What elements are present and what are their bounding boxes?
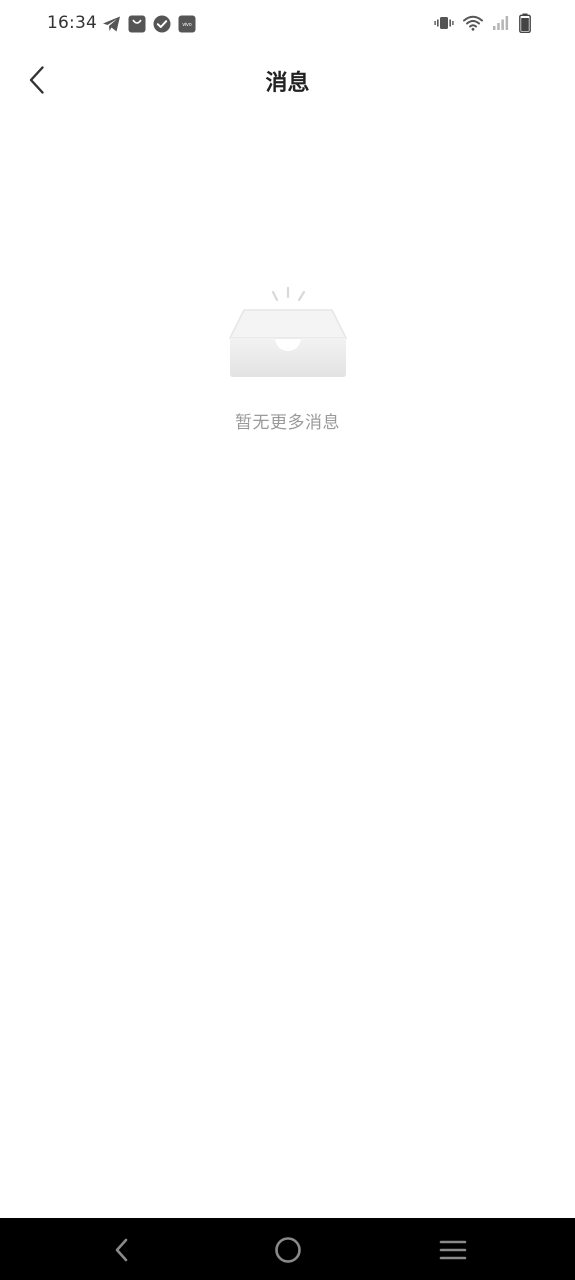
back-triangle-icon xyxy=(115,1238,128,1262)
vibrate-icon xyxy=(434,17,454,29)
status-bar: 16:34 vivo xyxy=(0,0,575,48)
shopping-bag-icon xyxy=(128,15,146,33)
menu-lines-icon xyxy=(439,1240,467,1260)
header: 消息 xyxy=(0,48,575,112)
vivo-icon-label: vivo xyxy=(182,22,191,28)
check-circle-icon xyxy=(153,15,171,33)
nav-home-button[interactable] xyxy=(271,1233,305,1267)
navigation-bar xyxy=(0,1218,575,1280)
empty-message: 暂无更多消息 xyxy=(235,413,340,433)
nav-menu-button[interactable] xyxy=(436,1233,470,1267)
status-time: 16:34 xyxy=(47,13,97,33)
nav-back-button[interactable] xyxy=(105,1233,139,1267)
empty-state: 暂无更多消息 xyxy=(0,284,575,433)
telegram-icon xyxy=(103,16,120,32)
empty-inbox-icon xyxy=(228,286,347,377)
wifi-icon xyxy=(463,15,483,31)
vivo-icon: vivo xyxy=(178,15,196,33)
battery-icon xyxy=(519,13,531,33)
screen: 16:34 vivo 消息 暂无更多消息 xyxy=(0,0,575,1280)
page-title: 消息 xyxy=(265,71,310,96)
signal-icon xyxy=(493,16,509,30)
system-status-icons xyxy=(434,13,531,33)
home-circle-icon xyxy=(275,1237,301,1263)
notification-icons: vivo xyxy=(102,14,196,34)
